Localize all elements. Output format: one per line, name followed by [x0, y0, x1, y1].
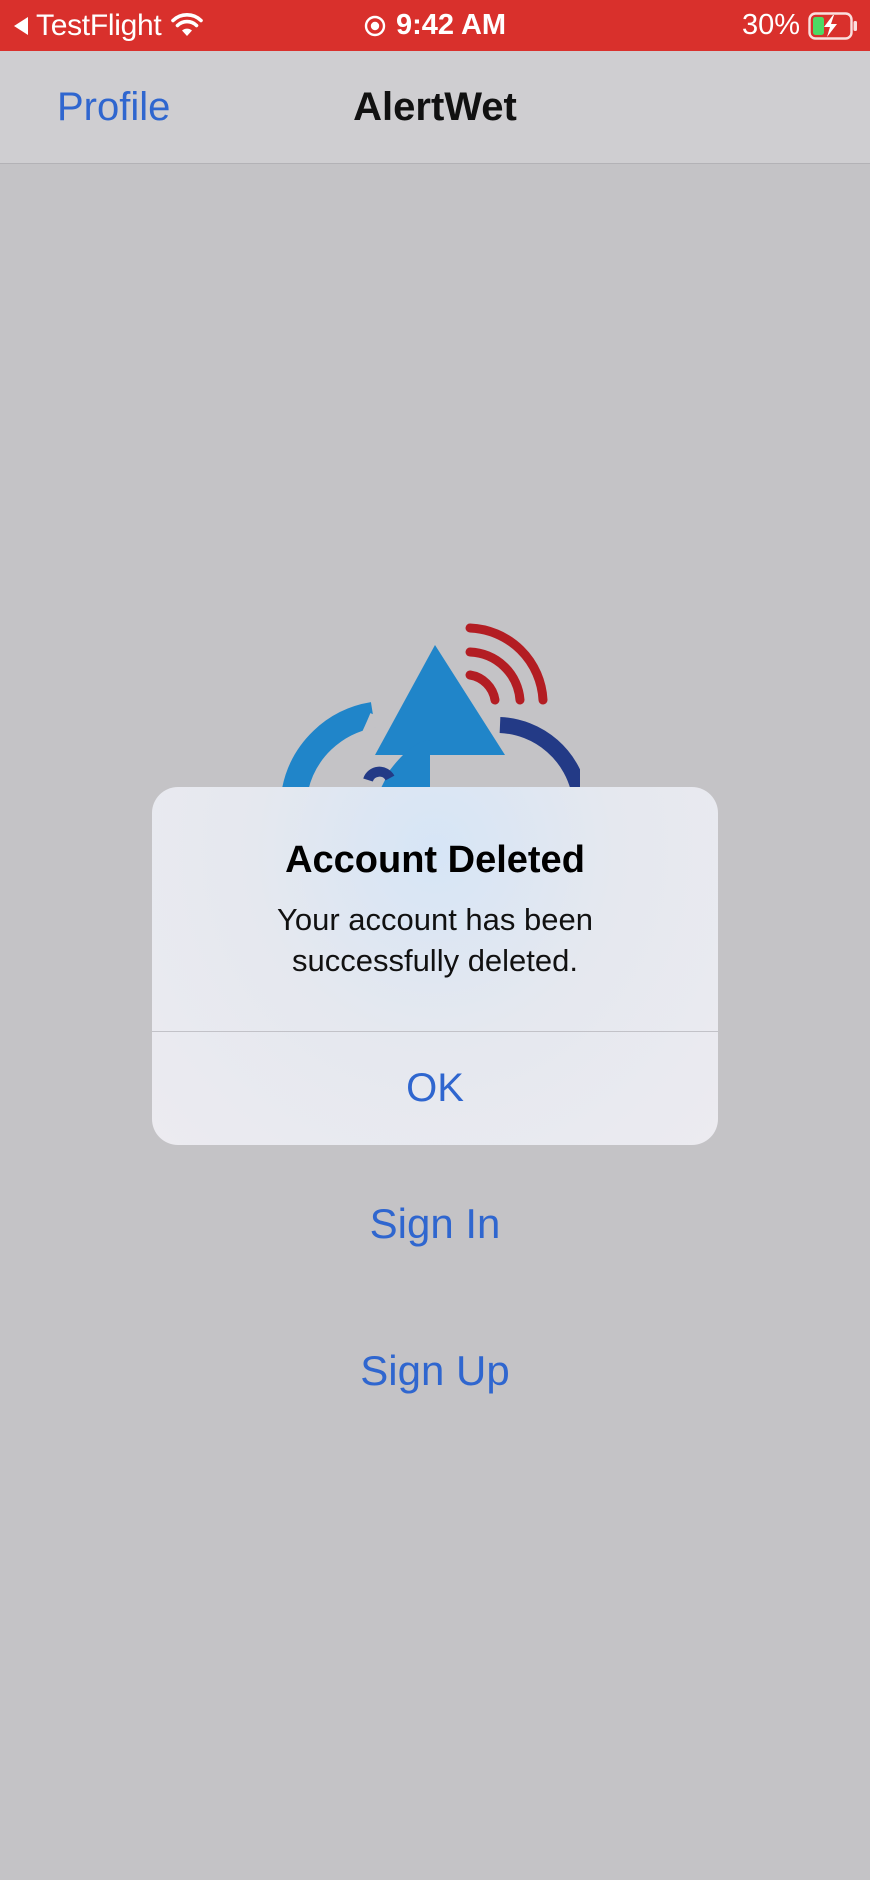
battery-percent: 30%: [741, 9, 800, 41]
alert-title: Account Deleted: [285, 839, 585, 881]
sign-up-button[interactable]: Sign Up: [0, 1347, 870, 1395]
status-right: 30%: [742, 0, 858, 51]
alert-message: Your account has been successfully delet…: [277, 902, 593, 978]
nav-title: AlertWet: [353, 85, 517, 129]
alert-dialog: Account Deleted Your account has been su…: [152, 787, 718, 1145]
status-time: 9:42 AM: [395, 9, 507, 41]
status-bar: TestFlight 9:42 AM 30%: [0, 0, 870, 51]
alertwet-logo: [282, 623, 580, 790]
battery-charging-icon: [808, 11, 857, 40]
navigation-bar: Profile AlertWet: [0, 51, 870, 164]
status-center: 9:42 AM: [0, 0, 870, 51]
location-icon: [364, 15, 386, 36]
ok-button[interactable]: OK: [152, 1032, 718, 1145]
sign-in-button[interactable]: Sign In: [0, 1200, 870, 1248]
